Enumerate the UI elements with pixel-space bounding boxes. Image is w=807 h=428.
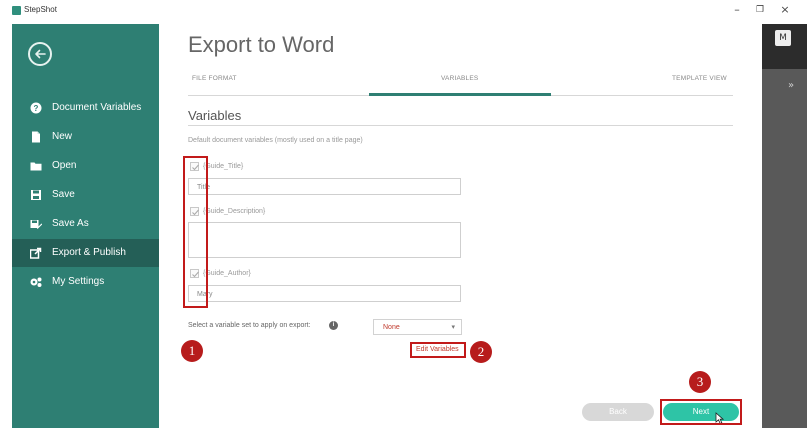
sidebar-item-document-variables[interactable]: ? Document Variables bbox=[12, 94, 159, 122]
variable-set-label: Select a variable set to apply on export… bbox=[188, 322, 311, 329]
sidebar-item-label: Document Variables bbox=[52, 102, 142, 113]
sidebar-item-label: Open bbox=[52, 160, 77, 171]
restore-button[interactable]: ❐ bbox=[753, 3, 767, 17]
callout-badge-1: 1 bbox=[181, 340, 203, 362]
sidebar-item-label: My Settings bbox=[52, 276, 105, 287]
folder-icon bbox=[30, 162, 42, 171]
document-icon bbox=[32, 131, 40, 143]
tab-file-format[interactable]: FILE FORMAT bbox=[192, 75, 237, 82]
sidebar-item-save-as[interactable]: Save As bbox=[12, 210, 159, 238]
guide-author-field[interactable]: Mary bbox=[188, 285, 461, 302]
sidebar-item-open[interactable]: Open bbox=[12, 152, 159, 180]
sidebar-item-my-settings[interactable]: My Settings bbox=[12, 268, 159, 296]
section-title: Variables bbox=[188, 108, 242, 123]
page-title: Export to Word bbox=[188, 32, 335, 57]
sidebar-item-save[interactable]: Save bbox=[12, 181, 159, 209]
sidebar-item-label: New bbox=[52, 131, 73, 142]
back-arrow-icon[interactable] bbox=[28, 42, 52, 66]
main-panel: Export to Word FILE FORMAT VARIABLES TEM… bbox=[159, 20, 762, 428]
sidebar-item-new[interactable]: New bbox=[12, 123, 159, 151]
right-panel-strip bbox=[762, 24, 807, 428]
callout-box-edit-variables bbox=[410, 342, 466, 358]
close-button[interactable]: × bbox=[778, 3, 792, 17]
variable-set-select[interactable]: None ▾ bbox=[373, 319, 462, 335]
floppy-icon bbox=[31, 190, 41, 200]
info-icon[interactable]: i bbox=[329, 321, 338, 330]
sidebar-item-export-publish[interactable]: Export & Publish bbox=[12, 239, 159, 267]
minimize-button[interactable]: – bbox=[730, 3, 744, 17]
callout-badge-2: 2 bbox=[470, 341, 492, 363]
avatar[interactable]: M bbox=[775, 30, 791, 46]
tab-template-view[interactable]: TEMPLATE VIEW bbox=[672, 75, 727, 82]
tab-variables[interactable]: VARIABLES bbox=[441, 75, 478, 82]
sidebar-item-label: Save As bbox=[52, 218, 89, 229]
sidebar-item-label: Export & Publish bbox=[52, 247, 126, 258]
export-icon bbox=[30, 247, 42, 259]
callout-box-checkboxes bbox=[183, 156, 208, 308]
callout-box-next bbox=[660, 399, 742, 425]
app-name: StepShot bbox=[24, 5, 57, 14]
expand-chevron-icon[interactable]: » bbox=[788, 80, 794, 91]
title-bar: StepShot – ❐ × bbox=[0, 0, 807, 20]
guide-author-label: {Guide_Author} bbox=[203, 270, 251, 277]
stepshot-logo-icon bbox=[12, 6, 21, 15]
question-icon: ? bbox=[30, 102, 42, 114]
stepper-active-indicator bbox=[369, 93, 551, 96]
section-divider bbox=[188, 125, 733, 126]
svg-text:?: ? bbox=[34, 104, 39, 113]
sidebar: ? Document Variables New Open Save Save … bbox=[12, 24, 159, 428]
chevron-down-icon: ▾ bbox=[451, 324, 455, 331]
back-button[interactable]: Back bbox=[582, 403, 654, 421]
variables-hint: Default document variables (mostly used … bbox=[188, 137, 363, 144]
guide-title-field[interactable]: Title bbox=[188, 178, 461, 195]
gears-icon bbox=[30, 277, 42, 287]
variable-set-value: None bbox=[383, 324, 400, 331]
guide-title-label: {Guide_Title} bbox=[203, 163, 244, 170]
sidebar-item-label: Save bbox=[52, 189, 75, 200]
guide-description-field[interactable] bbox=[188, 222, 461, 258]
callout-badge-3: 3 bbox=[689, 371, 711, 393]
floppy-pen-icon bbox=[30, 220, 42, 229]
app-window: StepShot – ❐ × ? Document Variables New bbox=[0, 0, 807, 428]
guide-description-label: {Guide_Description} bbox=[203, 208, 266, 215]
